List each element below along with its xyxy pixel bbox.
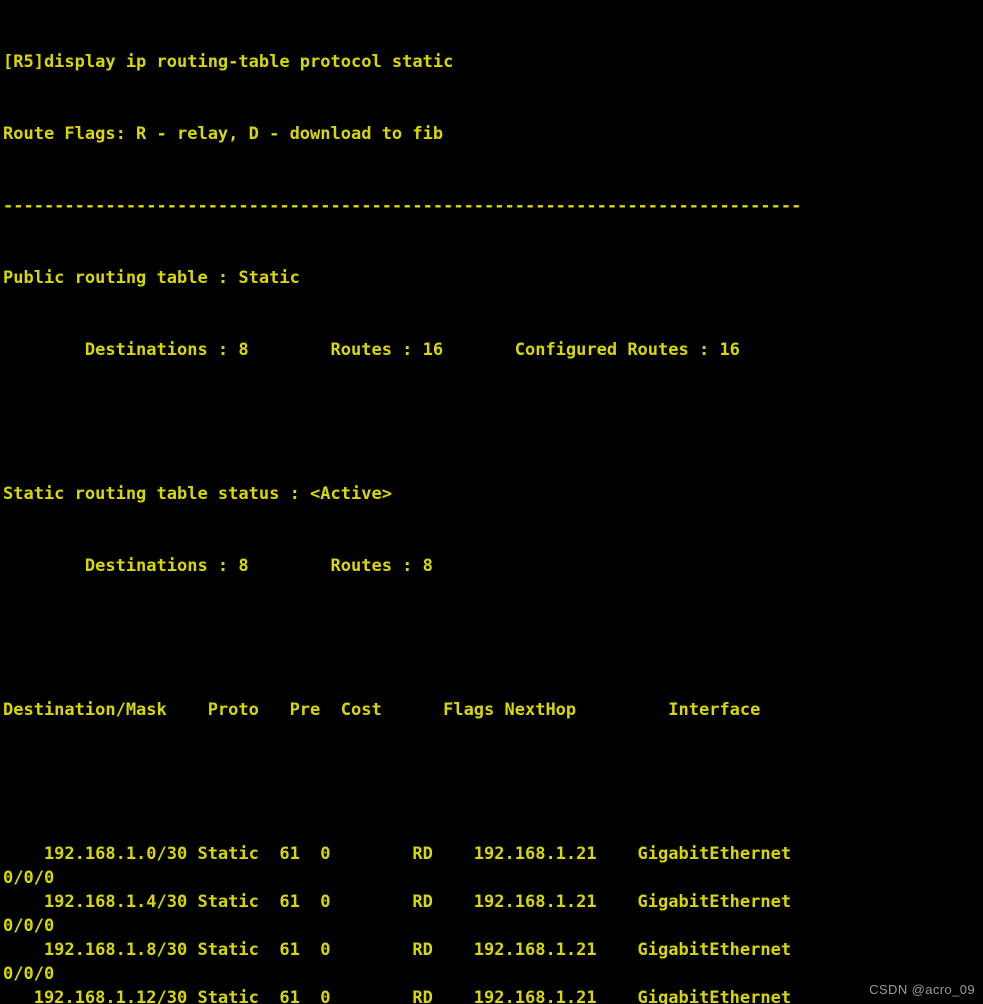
active-table-status: Static routing table status : <Active> [3,484,392,504]
route-row: 192.168.1.12/30 Static 61 0 RD 192.168.1… [3,988,792,1004]
command-line: [R5]display ip routing-table protocol st… [3,52,454,72]
active-table-header: Destination/Mask Proto Pre Cost Flags Ne… [3,700,761,720]
terminal-output[interactable]: [R5]display ip routing-table protocol st… [3,2,983,1004]
separator-rule: ----------------------------------------… [3,196,802,216]
csdn-watermark: CSDN @acro_09 [869,982,975,997]
route-row: 192.168.1.0/30 Static 61 0 RD 192.168.1.… [3,844,792,864]
route-row-wrap: 0/0/0 [3,868,55,888]
route-row-wrap: 0/0/0 [3,916,55,936]
route-row: 192.168.1.4/30 Static 61 0 RD 192.168.1.… [3,892,792,912]
active-route-rows: 192.168.1.0/30 Static 61 0 RD 192.168.1.… [3,842,983,1004]
terminal-window[interactable]: [R5]display ip routing-table protocol st… [0,0,983,1004]
active-table-summary: Destinations : 8 Routes : 8 [3,556,433,576]
public-routing-table-heading: Public routing table : Static [3,268,300,288]
route-row: 192.168.1.8/30 Static 61 0 RD 192.168.1.… [3,940,792,960]
route-flags-legend: Route Flags: R - relay, D - download to … [3,124,444,144]
route-row-wrap: 0/0/0 [3,964,55,984]
public-routing-summary: Destinations : 8 Routes : 16 Configured … [3,340,740,360]
